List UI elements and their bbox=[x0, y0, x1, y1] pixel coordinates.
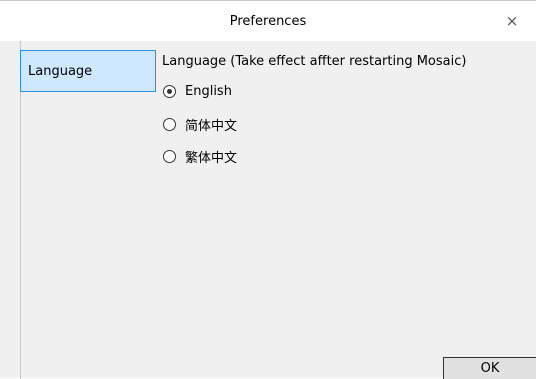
radio-label: 繁体中文 bbox=[185, 150, 238, 166]
radio-label: 简体中文 bbox=[185, 118, 238, 134]
radio-unchecked-icon[interactable] bbox=[163, 117, 176, 131]
radio-option-english[interactable]: English bbox=[163, 81, 232, 101]
radio-checked-icon[interactable] bbox=[163, 84, 176, 98]
title-bar: Preferences × bbox=[0, 1, 536, 41]
radio-option-traditional-chinese[interactable]: 繁体中文 bbox=[163, 146, 237, 166]
close-icon[interactable]: × bbox=[498, 9, 526, 33]
language-section-title: Language (Take effect affter restarting … bbox=[162, 54, 467, 69]
sidebar-item-language[interactable]: Language bbox=[20, 50, 156, 92]
ok-button[interactable]: OK bbox=[443, 357, 536, 379]
sidebar-item-label: Language bbox=[28, 64, 93, 79]
dialog-title: Preferences bbox=[229, 14, 307, 29]
radio-unchecked-icon[interactable] bbox=[163, 149, 176, 163]
preferences-dialog: Preferences × Language Language (Take ef… bbox=[0, 0, 536, 379]
radio-option-simplified-chinese[interactable]: 简体中文 bbox=[163, 114, 237, 134]
radio-label: English bbox=[185, 83, 232, 99]
